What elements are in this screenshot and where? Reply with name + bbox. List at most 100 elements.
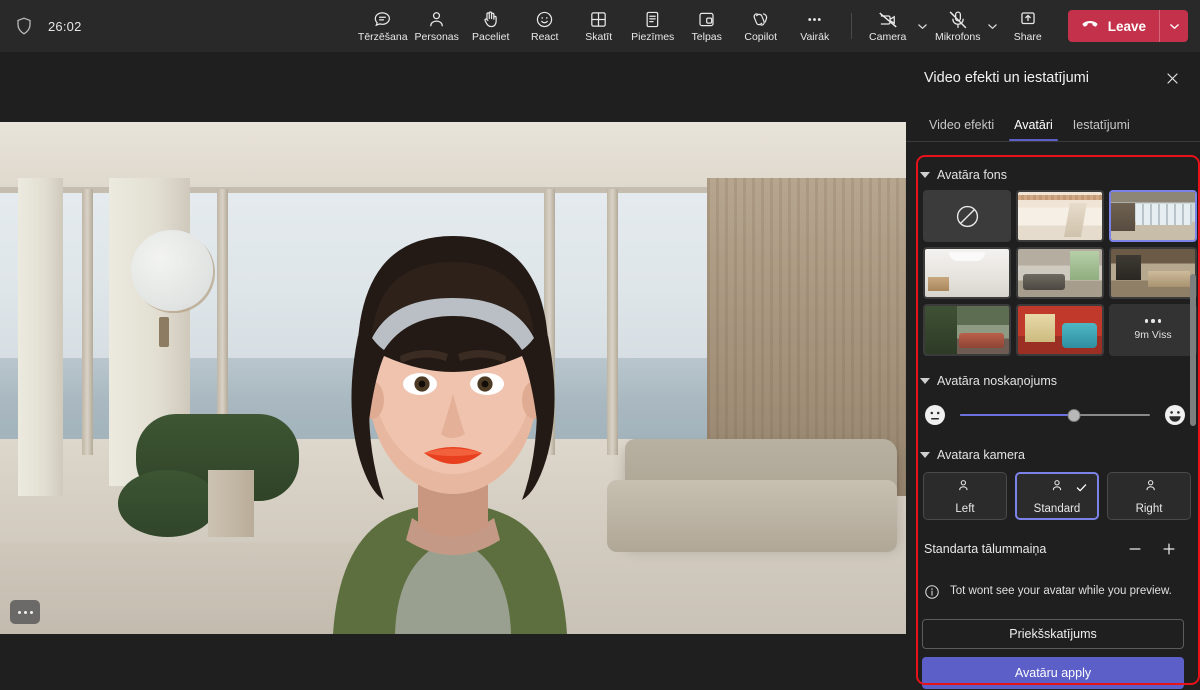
chevron-down-icon[interactable] xyxy=(920,452,930,458)
tab-avatars[interactable]: Avatāri xyxy=(1007,118,1060,141)
video-more-options-button[interactable] xyxy=(10,600,40,624)
camera-option-right[interactable]: Right xyxy=(1107,472,1191,520)
preview-info-message: Tot wont see your avatar while you previ… xyxy=(906,562,1200,605)
neutral-face-icon xyxy=(924,404,946,426)
avatar-mood-control xyxy=(906,394,1200,430)
toolbar-actions: Tērzēšana Personas Paceliet xyxy=(357,3,841,49)
preview-button[interactable]: Priekšskatījums xyxy=(922,619,1184,649)
chevron-down-icon[interactable] xyxy=(920,378,930,384)
toolbar-button-rooms[interactable]: Telpas xyxy=(681,3,733,49)
background-preview xyxy=(1111,192,1195,240)
toolbar-label-people: Personas xyxy=(415,32,459,43)
section-avatar-background-header[interactable]: Avatāra fons xyxy=(906,158,1200,188)
toolbar-button-more[interactable]: Vairāk xyxy=(789,3,841,49)
toolbar-button-copilot[interactable]: Copilot xyxy=(735,3,787,49)
panel-tabs: Video efekti Avatāri Iestatījumi xyxy=(906,104,1200,142)
toolbar-label-rooms: Telpas xyxy=(692,32,722,43)
background-preview xyxy=(1018,306,1102,354)
panel-scrollbar[interactable] xyxy=(1190,274,1196,426)
background-thumb-7[interactable] xyxy=(923,304,1011,356)
more-ellipsis-icon xyxy=(804,10,825,30)
background-thumb-none[interactable] xyxy=(923,190,1011,242)
camera-option-left[interactable]: Left xyxy=(923,472,1007,520)
dot xyxy=(1145,319,1149,323)
zoom-in-button[interactable] xyxy=(1156,536,1182,562)
hangup-icon xyxy=(1080,14,1100,39)
camera-option-right-label: Right xyxy=(1136,503,1163,515)
camera-off-icon xyxy=(877,10,899,30)
apply-avatar-button[interactable]: Avatāru apply xyxy=(922,657,1184,689)
toolbar-button-raise-hand[interactable]: Paceliet xyxy=(465,3,517,49)
emoji-react-icon xyxy=(534,10,555,30)
toolbar-label-react: React xyxy=(531,32,558,43)
toolbar-button-notes[interactable]: Piezīmes xyxy=(627,3,679,49)
meeting-toolbar: 26:02 Tērzēšana Pe xyxy=(0,0,1200,52)
background-see-all-button[interactable]: 9m Viss xyxy=(1109,304,1197,356)
camera-toggle-button[interactable]: Camera xyxy=(862,3,914,49)
toolbar-button-chat[interactable]: Tērzēšana xyxy=(357,3,409,49)
background-thumb-3[interactable] xyxy=(1109,190,1197,242)
leave-button[interactable]: Leave xyxy=(1068,10,1159,42)
background-thumb-8[interactable] xyxy=(1016,304,1104,356)
leave-label: Leave xyxy=(1108,19,1146,34)
background-thumb-6[interactable] xyxy=(1109,247,1197,299)
microphone-toggle-button[interactable]: Mikrofons xyxy=(932,3,984,49)
panel-action-buttons: Priekšskatījums Avatāru apply xyxy=(906,605,1200,689)
avatar-character xyxy=(0,122,906,634)
notes-icon xyxy=(642,10,663,30)
leave-chevron-down-icon[interactable] xyxy=(1160,10,1188,42)
avatar-zoom-label: Standarta tālummaiņa xyxy=(924,542,1046,556)
slider-thumb[interactable] xyxy=(1068,409,1081,422)
camera-chevron-down-icon[interactable] xyxy=(914,3,932,49)
camera-option-standard[interactable]: Standard xyxy=(1015,472,1099,520)
zoom-out-button[interactable] xyxy=(1122,536,1148,562)
raise-hand-icon xyxy=(480,10,501,30)
toolbar-label-view: Skatīt xyxy=(585,32,612,43)
tab-settings[interactable]: Iestatījumi xyxy=(1066,118,1137,141)
camera-option-left-label: Left xyxy=(955,503,974,515)
avatar-camera-standard-icon xyxy=(1048,477,1066,500)
info-circle-icon xyxy=(924,584,940,605)
section-avatar-background-title: Avatāra fons xyxy=(937,168,1007,182)
toolbar-label-notes: Piezīmes xyxy=(631,32,674,43)
toolbar-button-view[interactable]: Skatīt xyxy=(573,3,625,49)
background-thumb-2[interactable] xyxy=(1016,190,1104,242)
microphone-chevron-down-icon[interactable] xyxy=(984,3,1002,49)
toolbar-left-group: 26:02 xyxy=(0,16,357,36)
toolbar-button-react[interactable]: React xyxy=(519,3,571,49)
close-icon[interactable] xyxy=(1158,64,1186,92)
avatar-video-preview[interactable] xyxy=(0,122,906,634)
section-avatar-mood-header[interactable]: Avatāra noskaņojums xyxy=(906,356,1200,394)
toolbar-label-more: Vairāk xyxy=(800,32,829,43)
dot xyxy=(18,611,21,614)
avatar-camera-right-icon xyxy=(1140,477,1158,500)
toolbar-button-people[interactable]: Personas xyxy=(411,3,463,49)
toolbar-label-chat: Tērzēšana xyxy=(358,32,408,43)
tab-video-effects[interactable]: Video efekti xyxy=(922,118,1001,141)
section-avatar-camera-title: Avatara kamera xyxy=(937,448,1025,462)
share-screen-button[interactable]: Share xyxy=(1002,3,1054,49)
smiling-face-icon xyxy=(1164,404,1186,426)
camera-split-button: Camera xyxy=(862,3,932,49)
panel-scroll-area[interactable]: Avatāra fons xyxy=(906,158,1200,682)
toolbar-label-copilot: Copilot xyxy=(744,32,777,43)
avatar-zoom-buttons xyxy=(1122,536,1182,562)
share-screen-icon xyxy=(1017,10,1039,30)
check-icon xyxy=(1075,481,1088,499)
preview-info-text: Tot wont see your avatar while you previ… xyxy=(950,584,1172,599)
background-preview xyxy=(1111,249,1195,297)
avatar-mood-slider[interactable] xyxy=(960,406,1150,424)
leave-split-button: Leave xyxy=(1068,10,1188,42)
people-icon xyxy=(426,10,447,30)
chevron-down-icon[interactable] xyxy=(920,172,930,178)
slider-fill xyxy=(960,414,1074,416)
camera-label: Camera xyxy=(869,32,906,43)
panel-header: Video efekti un iestatījumi xyxy=(906,52,1200,104)
background-thumb-5[interactable] xyxy=(1016,247,1104,299)
dot xyxy=(24,611,27,614)
background-thumb-4[interactable] xyxy=(923,247,1011,299)
chat-icon xyxy=(372,10,393,30)
no-background-icon xyxy=(925,192,1009,240)
section-avatar-camera-header[interactable]: Avatara kamera xyxy=(906,430,1200,468)
avatar-background-grid: 9m Viss xyxy=(906,188,1200,356)
